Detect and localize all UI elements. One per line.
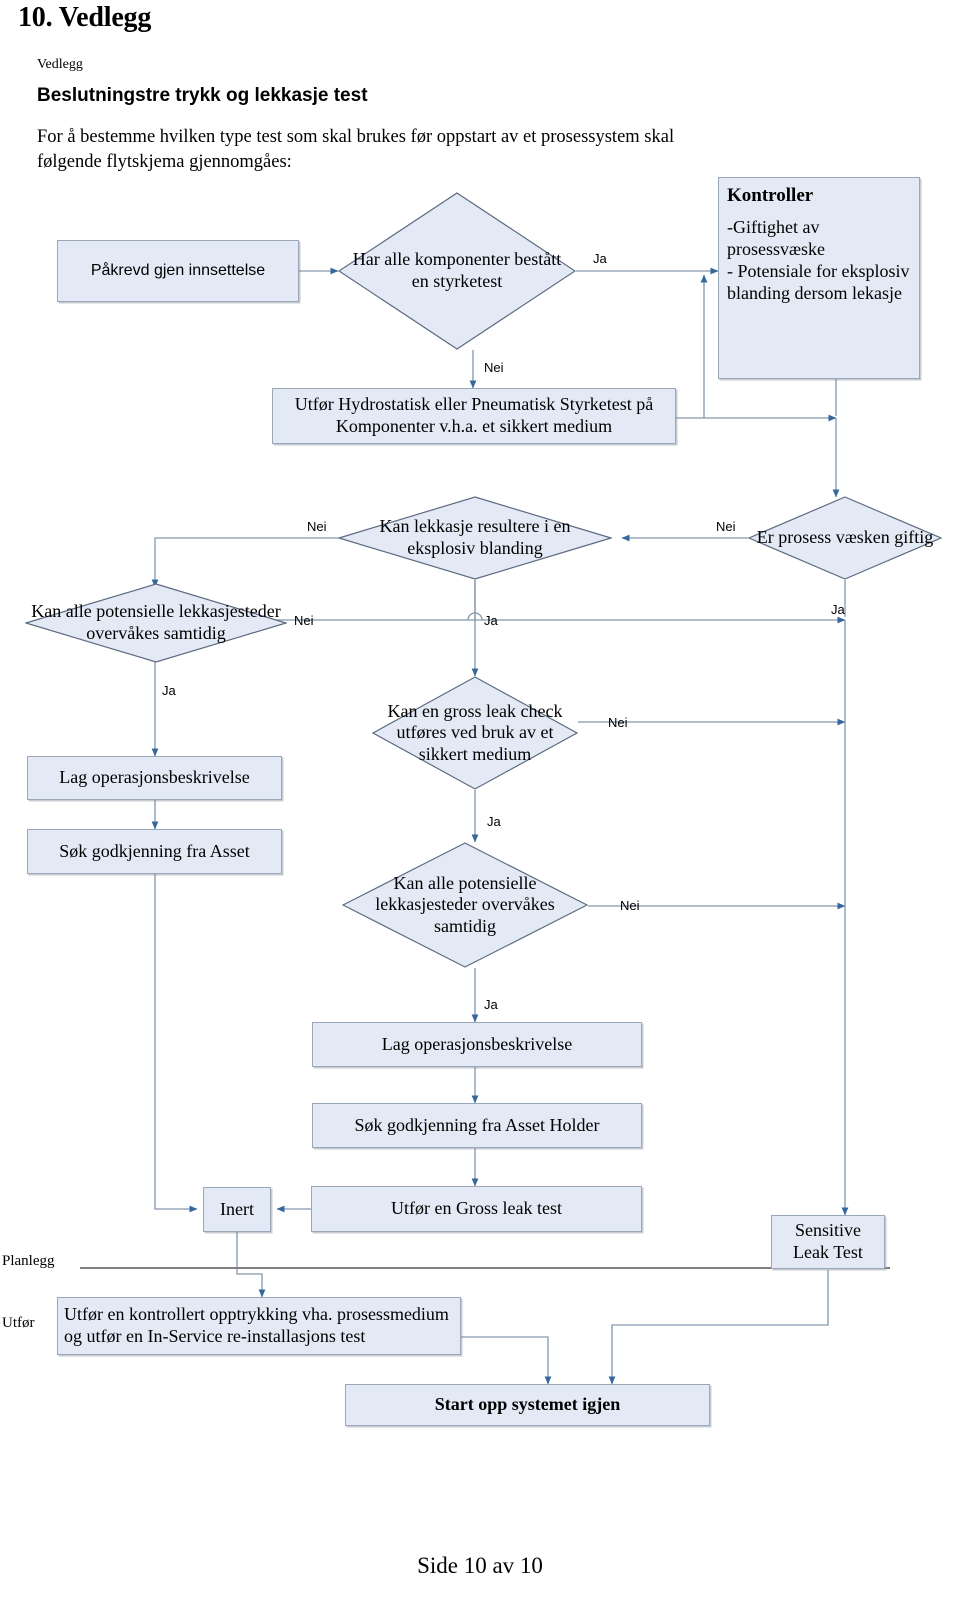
- page-footer: Side 10 av 10: [417, 1553, 543, 1578]
- kontroller-title: Kontroller: [727, 185, 814, 206]
- node-decision-lekkasjesteder-1[interactable]: Kan alle potensielle lekkasjesteder over…: [25, 583, 287, 663]
- node-sensitive-leak-test[interactable]: Sensitive Leak Test: [771, 1215, 885, 1269]
- edge-label-nei-giftig: Nei: [716, 519, 736, 534]
- kontroller-body: -Giftighet av prosessvæske - Potensiale …: [727, 217, 910, 304]
- node-label: Kan lekkasje resultere i en eksplosiv bl…: [379, 516, 571, 558]
- node-lag-operasjonsbeskrivelse-2[interactable]: Lag operasjonsbeskrivelse: [312, 1022, 642, 1067]
- node-label: Kan en gross leak check utføres ved bruk…: [387, 700, 563, 764]
- node-start[interactable]: Påkrevd gjen innsettelse: [57, 240, 299, 302]
- edge-label-nei-grossleak: Nei: [608, 715, 628, 730]
- edge-label-ja-eksplosiv: Ja: [484, 613, 498, 628]
- node-kontroller: Kontroller -Giftighet av prosessvæske - …: [718, 177, 920, 379]
- edge-label-ja-styrketest: Ja: [593, 251, 607, 266]
- flowchart: Påkrevd gjen innsettelse Har alle kompon…: [0, 0, 960, 1604]
- node-label: Har alle komponenter bestått en styrkete…: [352, 249, 562, 291]
- lane-label-planlegg: Planlegg: [2, 1253, 55, 1269]
- node-decision-styrketest[interactable]: Har alle komponenter bestått en styrkete…: [338, 192, 576, 350]
- edge-label-nei-eksplosiv: Nei: [307, 519, 327, 534]
- edge-label-nei-styrketest: Nei: [484, 360, 504, 375]
- node-label: Kan alle potensielle lekkasjesteder over…: [375, 872, 555, 936]
- lane-label-utfor: Utfør: [2, 1315, 35, 1331]
- node-inert[interactable]: Inert: [203, 1187, 271, 1232]
- node-start-opp-systemet[interactable]: Start opp systemet igjen: [345, 1384, 710, 1426]
- node-sok-godkjenning-asset[interactable]: Søk godkjenning fra Asset: [27, 829, 282, 874]
- edge-label-nei-lekkasje2: Nei: [620, 898, 640, 913]
- node-lag-operasjonsbeskrivelse-1[interactable]: Lag operasjonsbeskrivelse: [27, 756, 282, 800]
- node-label: Er prosess væsken giftig: [756, 527, 934, 548]
- edge-label-ja-giftig: Ja: [831, 602, 845, 617]
- node-utfor-styrketest[interactable]: Utfør Hydrostatisk eller Pneumatisk Styr…: [272, 388, 676, 444]
- edge-label-ja-lekkasje2: Ja: [484, 997, 498, 1012]
- node-decision-lekkasjesteder-2[interactable]: Kan alle potensielle lekkasjesteder over…: [342, 842, 588, 968]
- node-kontrollert-opptrykking[interactable]: Utfør en kontrollert opptrykking vha. pr…: [57, 1297, 461, 1355]
- edge-label-ja-lekkasje1: Ja: [162, 683, 176, 698]
- node-decision-eksplosiv[interactable]: Kan lekkasje resultere i en eksplosiv bl…: [338, 496, 612, 580]
- node-decision-gross-leak-check[interactable]: Kan en gross leak check utføres ved bruk…: [372, 676, 578, 790]
- node-decision-giftig[interactable]: Er prosess væsken giftig: [748, 496, 942, 580]
- edge-label-ja-grossleak: Ja: [487, 814, 501, 829]
- node-sok-godkjenning-asset-holder[interactable]: Søk godkjenning fra Asset Holder: [312, 1103, 642, 1148]
- node-label: Kan alle potensielle lekkasjesteder over…: [31, 601, 281, 643]
- node-gross-leak-test[interactable]: Utfør en Gross leak test: [311, 1186, 642, 1232]
- edge-label-nei-lekkasje1: Nei: [294, 613, 314, 628]
